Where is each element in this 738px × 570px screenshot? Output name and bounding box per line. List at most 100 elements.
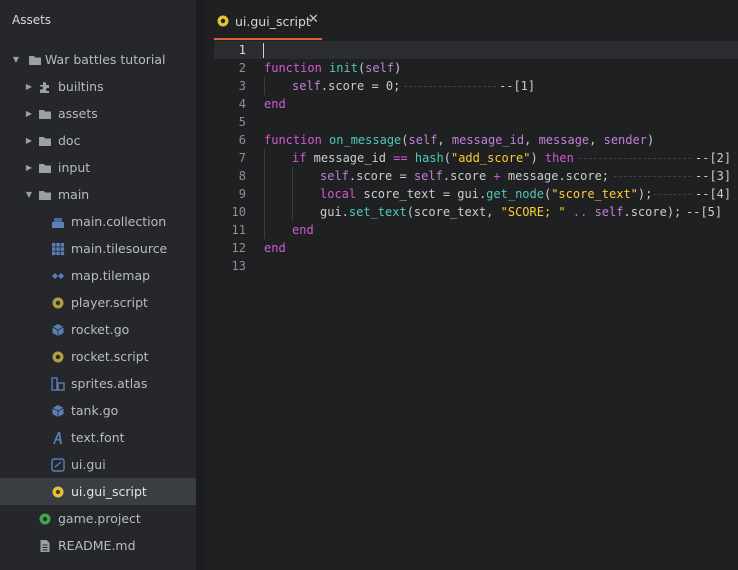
tab-ui-gui-script[interactable]: ui.gui_script ✕: [214, 8, 322, 40]
line-number: 8: [238, 169, 246, 183]
code-line[interactable]: 2 function init(self): [214, 59, 738, 77]
code-line[interactable]: 9 local score_text = gui.get_node("score_…: [214, 185, 738, 203]
chevron-down-icon[interactable]: ▼: [24, 181, 34, 208]
tree-item-assets[interactable]: ▶ assets: [0, 100, 196, 127]
code-note: --[3]: [695, 169, 732, 183]
close-icon[interactable]: ✕: [308, 12, 319, 27]
chevron-right-icon[interactable]: ▶: [24, 154, 34, 181]
tree-item-rocket-script[interactable]: rocket.script: [0, 343, 196, 370]
line-text: end: [292, 223, 314, 237]
folder-icon: [39, 110, 51, 119]
code-note: --[5]: [686, 205, 723, 219]
tree-item-rocket-go[interactable]: rocket.go: [0, 316, 196, 343]
indent-guide: [264, 203, 265, 221]
collection-icon: [52, 218, 64, 228]
code-line[interactable]: 11 end: [214, 221, 738, 239]
tree-item-player-script[interactable]: player.script: [0, 289, 196, 316]
line-number: 9: [238, 187, 246, 201]
line-text: local score_text = gui.get_node("score_t…: [320, 187, 653, 201]
folder-icon: [39, 164, 51, 173]
line-number: 6: [238, 133, 246, 147]
tree-item-label: War battles tutorial: [45, 52, 166, 67]
tree-item-main-collection[interactable]: main.collection: [0, 208, 196, 235]
tree-item-main-tilesource[interactable]: main.tilesource: [0, 235, 196, 262]
tree-item-ui-gui-script[interactable]: ui.gui_script: [0, 478, 196, 505]
tree-item-map-tilemap[interactable]: map.tilemap: [0, 262, 196, 289]
tree-item-label: main.tilesource: [71, 241, 168, 256]
code-line[interactable]: 1: [214, 41, 738, 59]
line-text: self.score = 0;: [292, 79, 401, 93]
chevron-right-icon[interactable]: ▶: [24, 127, 34, 154]
tree-item-doc[interactable]: ▶ doc: [0, 127, 196, 154]
code-editor: ui.gui_script ✕ 1 2 function init(self) 3…: [204, 0, 738, 570]
puzzle-icon: [40, 82, 49, 93]
indent-guide: [292, 167, 293, 185]
line-number: 2: [238, 61, 246, 75]
line-number: 11: [231, 223, 246, 237]
assets-title: Assets: [12, 13, 52, 27]
code-line[interactable]: 8 self.score = self.score + message.score…: [214, 167, 738, 185]
gui-script-icon: [52, 486, 64, 498]
line-number: 1: [238, 43, 246, 57]
line-number: 4: [238, 97, 246, 111]
code-note: --[4]: [695, 187, 732, 201]
chevron-down-icon[interactable]: ▼: [11, 46, 21, 73]
script-gear-icon: [52, 297, 64, 309]
assets-panel: Assets ▼ War battles tutorial ▶ builtins…: [0, 0, 196, 570]
code-line[interactable]: 12 end: [214, 239, 738, 257]
gui-icon: [51, 458, 65, 472]
tree-item-label: doc: [58, 133, 81, 148]
tree-item-war-battles-tutorial[interactable]: ▼ War battles tutorial: [0, 46, 196, 73]
tree-item-sprites-atlas[interactable]: sprites.atlas: [0, 370, 196, 397]
line-number: 3: [238, 79, 246, 93]
indent-guide: [264, 77, 265, 95]
code-line[interactable]: 10 gui.set_text(score_text, "SCORE; " .. …: [214, 203, 738, 221]
tree-item-label: ui.gui: [71, 457, 106, 472]
tree-item-label: rocket.script: [71, 349, 149, 364]
indent-guide: [264, 149, 265, 167]
leader-dots: [654, 194, 691, 195]
code-line[interactable]: 5: [214, 113, 738, 131]
tree-item-ui-gui[interactable]: ui.gui: [0, 451, 196, 478]
line-text: end: [264, 241, 286, 255]
tree-item-game-project[interactable]: game.project: [0, 505, 196, 532]
tree-item-main[interactable]: ▼ main: [0, 181, 196, 208]
line-text: function init(self): [264, 61, 402, 75]
leader-dots: [404, 86, 496, 87]
line-text: function on_message(self, message_id, me…: [264, 133, 655, 147]
line-text: end: [264, 97, 286, 111]
tilesource-icon: [52, 243, 65, 256]
tree-item-label: game.project: [58, 511, 141, 526]
tree-item-input[interactable]: ▶ input: [0, 154, 196, 181]
font-icon: [53, 432, 62, 444]
tree-item-tank-go[interactable]: tank.go: [0, 397, 196, 424]
tree-item-readme[interactable]: README.md: [0, 532, 196, 559]
tilemap-icon: [52, 273, 64, 279]
tree-item-label: tank.go: [71, 403, 119, 418]
indent-guide: [292, 203, 293, 221]
script-gear-icon: [52, 351, 64, 363]
tree-item-label: text.font: [71, 430, 125, 445]
chevron-right-icon[interactable]: ▶: [24, 100, 34, 127]
tab-label: ui.gui_script: [235, 14, 311, 29]
chevron-right-icon[interactable]: ▶: [24, 73, 34, 100]
tree-item-label: main.collection: [71, 214, 167, 229]
code-area[interactable]: 1 2 function init(self) 3 self.score = 0; -…: [214, 41, 738, 275]
panel-splitter[interactable]: [196, 0, 204, 570]
code-line[interactable]: 3 self.score = 0; --[1]: [214, 77, 738, 95]
line-number: 10: [231, 205, 246, 219]
code-note: --[1]: [499, 79, 536, 93]
tree-item-text-font[interactable]: text.font: [0, 424, 196, 451]
line-number: 12: [231, 241, 246, 255]
code-line[interactable]: 6 function on_message(self, message_id, m…: [214, 131, 738, 149]
tree-item-builtins[interactable]: ▶ builtins: [0, 73, 196, 100]
code-line[interactable]: 13: [214, 257, 738, 275]
code-line[interactable]: 4 end: [214, 95, 738, 113]
atlas-icon: [51, 377, 65, 391]
tree-item-label: sprites.atlas: [71, 376, 148, 391]
document-icon: [40, 540, 50, 552]
tree-item-label: ui.gui_script: [71, 484, 147, 499]
tree-item-label: rocket.go: [71, 322, 130, 337]
project-icon: [39, 513, 51, 525]
code-line[interactable]: 7 if message_id == hash("add_score") then…: [214, 149, 738, 167]
